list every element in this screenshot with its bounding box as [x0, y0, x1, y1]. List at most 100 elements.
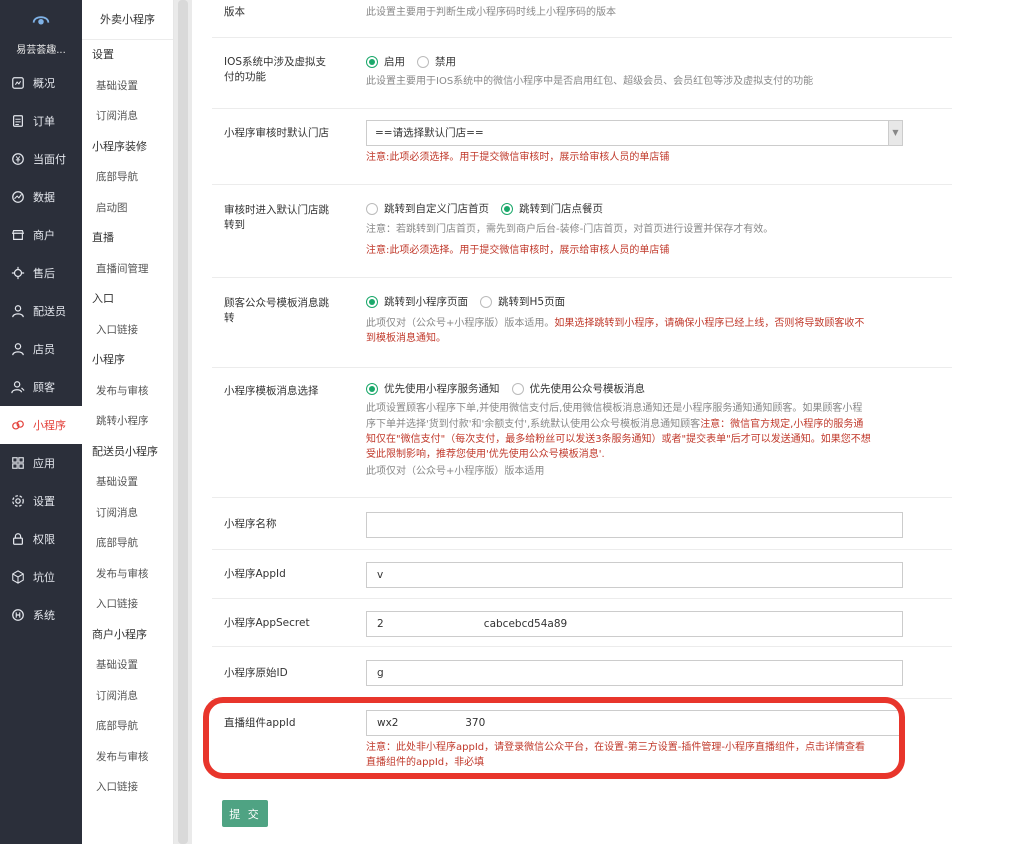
sub-menu-link[interactable]: 订阅消息 — [82, 101, 173, 132]
sub-menu-link[interactable]: 入口链接 — [82, 315, 173, 346]
nav-item-label: 商户 — [33, 229, 55, 242]
sub-menu-link[interactable]: 基础设置 — [82, 71, 173, 102]
scrollbar-thumb[interactable] — [178, 0, 188, 844]
nav-item-1[interactable]: 订单 — [0, 102, 82, 140]
nav-item-label: 订单 — [33, 115, 55, 128]
system-icon — [11, 608, 25, 622]
nav-item-9[interactable]: 小程序 — [0, 406, 82, 444]
nav-item-label: 设置 — [33, 495, 55, 508]
nav-item-label: 当面付 — [33, 153, 66, 166]
courier-icon — [11, 304, 25, 318]
sub-menu-link[interactable]: 底部导航 — [82, 711, 173, 742]
nav-item-0[interactable]: 概况 — [0, 64, 82, 102]
sub-menu-link[interactable]: 订阅消息 — [82, 498, 173, 529]
sub-menu-link[interactable]: 发布与审核 — [82, 742, 173, 773]
review-store-label: 小程序审核时默认门店 — [224, 127, 329, 139]
ios-pay-label: IOS系统中涉及虚拟支付的功能 — [224, 56, 327, 83]
customer-icon — [11, 380, 25, 394]
brand-name: 易芸荟趣... — [16, 45, 66, 56]
sub-menu-link[interactable]: 启动图 — [82, 193, 173, 224]
order-icon — [11, 114, 25, 128]
nav-item-2[interactable]: 当面付 — [0, 140, 82, 178]
sub-menu-link[interactable]: 基础设置 — [82, 467, 173, 498]
radio-ios-disable[interactable]: 禁用 — [417, 54, 456, 70]
nav-item-3[interactable]: 数据 — [0, 178, 82, 216]
live-appid-input[interactable] — [366, 710, 903, 736]
logo-icon — [32, 16, 50, 25]
radio-jump-order-page[interactable]: 跳转到门店点餐页 — [501, 201, 603, 217]
merchant-icon — [11, 228, 25, 242]
sub-menu-link[interactable]: 发布与审核 — [82, 376, 173, 407]
radio-jump-custom-home[interactable]: 跳转到自定义门店首页 — [366, 201, 489, 217]
template-select-label: 小程序模板消息选择 — [224, 385, 319, 397]
nav-item-label: 店员 — [33, 343, 55, 356]
nav-item-11[interactable]: 设置 — [0, 482, 82, 520]
row-live-appid: 直播组件appId 注意：此处非小程序appId，请登录微信公众平台，在设置-第… — [212, 699, 952, 779]
app-name-input[interactable] — [366, 512, 903, 538]
sub-menu-group: 配送员小程序 — [92, 444, 158, 458]
app-name-label: 小程序名称 — [224, 518, 277, 530]
app-secret-label: 小程序AppSecret — [224, 617, 310, 629]
template-jump-warn: 如果选择跳转到小程序，请确保小程序已经上线，否则将导致顾客收不 — [554, 318, 865, 329]
submit-button[interactable]: 提 交 — [222, 800, 268, 827]
sub-menu-link[interactable]: 底部导航 — [82, 528, 173, 559]
row-review-jump: 审核时进入默认门店跳转到 跳转到自定义门店首页 跳转到门店点餐页 注意：若跳转到… — [212, 185, 952, 278]
cube-icon — [11, 570, 25, 584]
logo — [0, 0, 82, 38]
sub-menu-link[interactable]: 发布与审核 — [82, 559, 173, 590]
sub-menu-group: 商户小程序 — [92, 627, 147, 641]
sub-menu-link[interactable]: 跳转小程序 — [82, 406, 173, 437]
row-app-secret: 小程序AppSecret — [212, 599, 952, 647]
original-id-label: 小程序原始ID — [224, 667, 288, 679]
pay-icon — [11, 152, 25, 166]
review-store-warn: 注意:此项必须选择。用于提交微信审核时，展示给审核人员的单店铺 — [366, 152, 670, 163]
miniprogram-icon — [11, 418, 25, 432]
template-jump-label: 顾客公众号模板消息跳转 — [224, 297, 329, 324]
default-store-select[interactable]: ==请选择默认门店== ▼ — [366, 120, 903, 146]
scrollbar[interactable] — [174, 0, 192, 844]
version-label: 版本 — [224, 6, 245, 18]
sub-menu-link[interactable]: 基础设置 — [82, 650, 173, 681]
sub-menu-link[interactable]: 底部导航 — [82, 162, 173, 193]
nav-item-14[interactable]: 系统 — [0, 596, 82, 634]
sub-menu-link[interactable]: 订阅消息 — [82, 681, 173, 712]
nav-item-6[interactable]: 配送员 — [0, 292, 82, 330]
nav-item-5[interactable]: 售后 — [0, 254, 82, 292]
template-select-help-2: 序下单并选择'货到付款'和'余额支付',系统默认使用公众号模板消息通知顾客 — [366, 419, 701, 430]
row-app-id: 小程序AppId — [212, 550, 952, 599]
app-id-label: 小程序AppId — [224, 568, 286, 580]
radio-jump-miniprogram[interactable]: 跳转到小程序页面 — [366, 294, 468, 310]
version-help: 此设置主要用于判断生成小程序码时线上小程序码的版本 — [366, 7, 616, 18]
app-secret-input[interactable] — [366, 611, 903, 637]
nav-item-label: 坑位 — [33, 571, 55, 584]
aftersale-icon — [11, 266, 25, 280]
live-appid-warn-2: 直播组件的appId，非必填 — [366, 757, 485, 768]
radio-prefer-service-notice[interactable]: 优先使用小程序服务通知 — [366, 381, 500, 397]
original-id-input[interactable] — [366, 660, 903, 686]
nav-item-7[interactable]: 店员 — [0, 330, 82, 368]
chevron-down-icon: ▼ — [888, 121, 902, 145]
template-select-warn: 注意：微信官方规定,小程序的服务通 — [700, 419, 864, 430]
sub-menu-link[interactable]: 直播间管理 — [82, 254, 173, 285]
live-appid-warn: 注意：此处非小程序appId，请登录微信公众平台，在设置-第三方设置-插件管理-… — [366, 742, 865, 753]
nav-item-8[interactable]: 顾客 — [0, 368, 82, 406]
lock-icon — [11, 532, 25, 546]
radio-ios-enable[interactable]: 启用 — [366, 54, 405, 70]
app-id-input[interactable] — [366, 562, 903, 588]
radio-jump-h5[interactable]: 跳转到H5页面 — [480, 294, 565, 310]
nav-item-4[interactable]: 商户 — [0, 216, 82, 254]
sub-menu-group: 入口 — [92, 292, 114, 305]
sub-menu-link[interactable]: 入口链接 — [82, 772, 173, 803]
sub-menu-link[interactable]: 入口链接 — [82, 589, 173, 620]
nav-item-10[interactable]: 应用 — [0, 444, 82, 482]
template-select-help-5: 此项仅对（公众号+小程序版）版本适用 — [366, 466, 545, 477]
nav-item-13[interactable]: 坑位 — [0, 558, 82, 596]
template-jump-warn-2: 到模板消息通知。 — [366, 333, 446, 344]
sub-menu-group: 设置 — [92, 48, 114, 61]
radio-prefer-official-template[interactable]: 优先使用公众号模板消息 — [511, 381, 645, 397]
overview-icon — [11, 76, 25, 90]
nav-item-12[interactable]: 权限 — [0, 520, 82, 558]
nav-item-label: 概况 — [33, 77, 55, 90]
row-ios-pay: IOS系统中涉及虚拟支付的功能 启用 禁用 此设置主要用于IOS系统中的微信小程… — [212, 38, 952, 109]
sub-menu: 外卖小程序 设置 基础设置 订阅消息 小程序装修 底部导航 启动图 直播 直播间管理 入口 入口链… — [82, 0, 174, 844]
